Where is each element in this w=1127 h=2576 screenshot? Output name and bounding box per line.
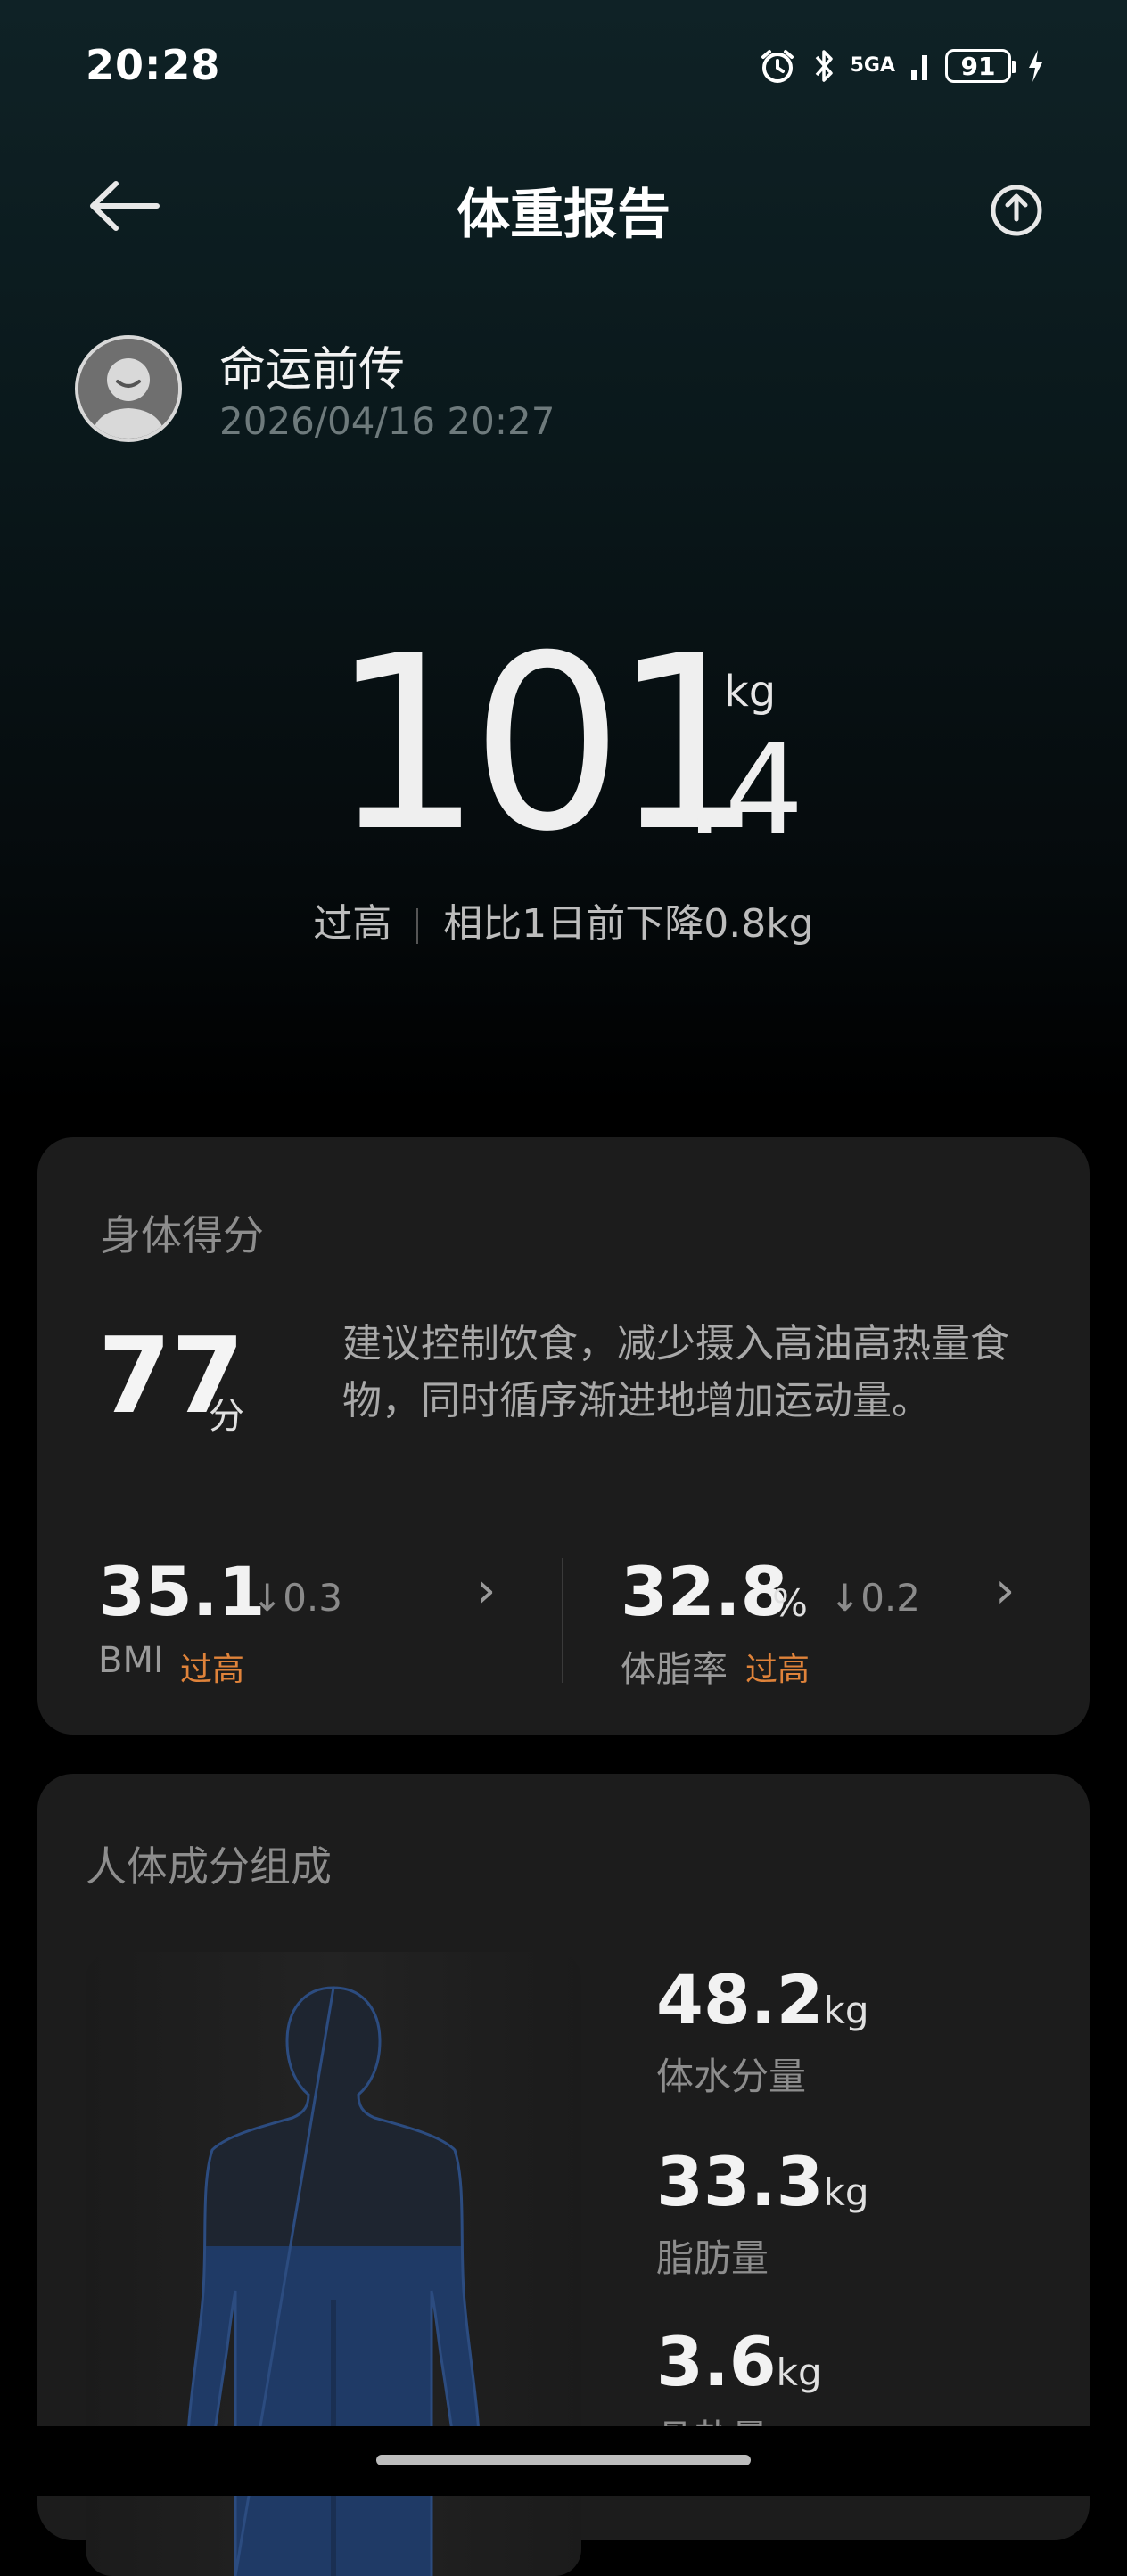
composition-title: 人体成分组成 [86, 1842, 332, 1891]
bluetooth-icon [815, 50, 833, 82]
bmi-value: 35.1 [98, 1552, 266, 1631]
bmi-status: 过高 [180, 1652, 245, 1688]
body-fat-value: 32.8 [621, 1552, 788, 1631]
body-fat-delta-value: 0.2 [860, 1576, 920, 1620]
share-upload-icon [991, 185, 1042, 236]
body-score-advice: 建议控制饮食，减少摄入高油高热量食物，同时循序渐进地增加运动量。 [342, 1321, 1009, 1423]
water-value: 48.2 [656, 1960, 824, 2039]
user-avatar-icon [78, 339, 178, 439]
body-fat-label: 体脂率 [621, 1649, 728, 1690]
chevron-right-icon: › [476, 1562, 497, 1620]
page-title: 体重报告 [457, 184, 670, 246]
signal-icon [911, 55, 927, 80]
composition-item: 48.2kg 体水分量 [656, 1966, 869, 2101]
arrow-down-icon: ↓ [251, 1576, 284, 1620]
battery-level: 91 [960, 51, 996, 81]
status-time: 20:28 [86, 41, 221, 89]
share-button[interactable] [981, 175, 1052, 246]
battery-icon: 91 [945, 49, 1016, 83]
composition-item: 33.3kg 脂肪量 [656, 2148, 869, 2283]
bmi-label: BMI [98, 1640, 164, 1681]
user-name: 命运前传 [219, 343, 406, 397]
alarm-icon [761, 50, 794, 83]
bmi-delta: ↓0.3 [251, 1576, 342, 1620]
fat-mass-unit: kg [823, 2170, 869, 2214]
body-fat-metric[interactable]: 32.8 % ↓0.2 › 体脂率 过高 [621, 1558, 1040, 1692]
divider [416, 908, 419, 944]
bone-value: 3.6 [656, 2322, 777, 2401]
water-label: 体水分量 [656, 2055, 807, 2098]
avatar[interactable] [75, 335, 182, 442]
charging-icon [1029, 50, 1042, 82]
body-fat-delta: ↓0.2 [829, 1576, 920, 1620]
measure-datetime: 2026/04/16 20:27 [219, 399, 555, 443]
weight-summary: 过高 相比1日前下降0.8kg [0, 891, 1127, 948]
chevron-right-icon: › [995, 1562, 1016, 1620]
status-icons: 5GA 91 [758, 46, 1045, 86]
weight-comparison: 相比1日前下降0.8kg [443, 901, 814, 947]
fat-mass-label: 脂肪量 [656, 2236, 769, 2280]
network-type: 5GA [850, 54, 895, 77]
bmi-metric[interactable]: 35.1 ↓0.3 › BMI 过高 [98, 1558, 535, 1692]
weight-status: 过高 [313, 901, 392, 947]
bone-unit: kg [776, 2350, 822, 2394]
bmi-delta-value: 0.3 [283, 1576, 342, 1620]
weight-unit: kg [724, 667, 777, 717]
body-score-title: 身体得分 [100, 1211, 264, 1259]
fat-mass-value: 33.3 [656, 2142, 824, 2221]
arrow-down-icon: ↓ [829, 1576, 861, 1620]
metric-divider [562, 1558, 564, 1683]
body-score-unit: 分 [209, 1396, 244, 1437]
water-unit: kg [823, 1989, 869, 2032]
body-fat-status: 过高 [745, 1652, 810, 1688]
weight-decimal: .4 [685, 718, 804, 864]
body-fat-unit: % [772, 1581, 808, 1625]
home-indicator[interactable] [376, 2455, 751, 2465]
